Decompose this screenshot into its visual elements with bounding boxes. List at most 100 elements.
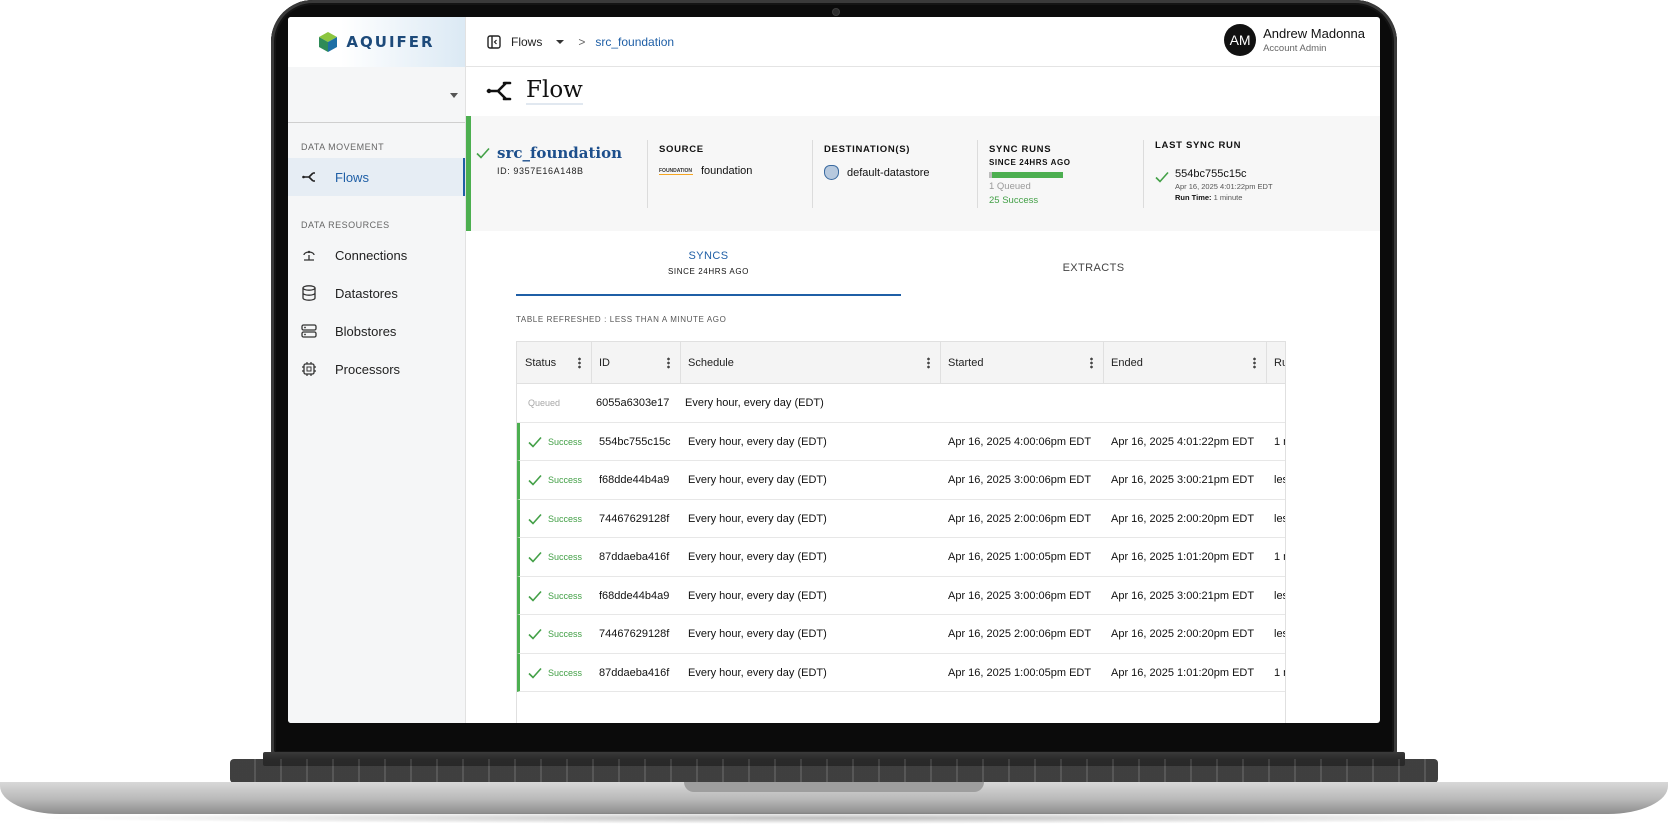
cell-started: Apr 16, 2025 1:00:05pm EDT	[948, 666, 1092, 679]
server-icon	[301, 323, 317, 339]
source-label: SOURCE	[659, 144, 704, 155]
sync-runs-label: SYNC RUNS	[989, 144, 1052, 155]
sidebar-item-processors[interactable]: Processors	[288, 350, 465, 388]
syncs-table: Status ID Schedule Started Ended Ru Queu…	[516, 341, 1286, 723]
sidebar-item-datastores[interactable]: Datastores	[288, 274, 465, 312]
cell-id[interactable]: 74467629128f	[599, 500, 669, 538]
cell-ended: Apr 16, 2025 3:00:21pm EDT	[1111, 589, 1255, 602]
column-menu-icon[interactable]	[927, 357, 930, 369]
sidebar: AQUIFER DATA MOVEMENT Flows DATA RESOURC…	[288, 17, 466, 723]
sidebar-item-blobstores[interactable]: Blobstores	[288, 312, 465, 350]
status-label: Success	[548, 590, 583, 601]
destination-name[interactable]: default-datastore	[847, 167, 930, 179]
column-header-status[interactable]: Status	[517, 342, 592, 384]
postgres-icon	[824, 165, 839, 180]
queued-count: 1 Queued	[989, 181, 1031, 192]
last-sync-detail[interactable]: 554bc755c15c Apr 16, 2025 4:01:22pm EDT …	[1155, 168, 1380, 202]
laptop-shadow	[20, 812, 1648, 824]
status-label: Success	[548, 475, 583, 485]
sidebar-item-flows[interactable]: Flows	[288, 158, 465, 196]
last-sync-label: LAST SYNC RUN	[1155, 140, 1242, 151]
brand-name: AQUIFER	[346, 33, 435, 51]
cell-runtime: 1 m	[1274, 435, 1285, 448]
check-icon	[1155, 171, 1169, 183]
cell-id[interactable]: 87ddaeba416f	[599, 654, 669, 692]
destination-label: DESTINATION(S)	[824, 144, 911, 155]
table-row[interactable]: Success 87ddaeba416f Every hour, every day…	[517, 653, 1285, 692]
cell-schedule: Every hour, every day (EDT)	[688, 551, 827, 563]
sidebar-item-label: Processors	[335, 361, 401, 377]
flow-destinations: DESTINATION(S) default-datastore	[812, 116, 977, 231]
status-label: Success	[548, 629, 583, 639]
runtime-label: Run Time:	[1175, 193, 1212, 202]
cell-id[interactable]: 554bc755c15c	[599, 423, 671, 461]
org-selector[interactable]	[288, 67, 465, 123]
table-row[interactable]: Success 74467629128f Every hour, every day…	[517, 615, 1285, 654]
column-title: ID	[599, 357, 610, 369]
status-success: Success	[528, 513, 582, 525]
connection-icon	[301, 247, 317, 263]
table-row[interactable]: Success 554bc755c15c Every hour, every day…	[517, 422, 1285, 461]
cell-ended: Apr 16, 2025 2:00:20pm EDT	[1111, 512, 1255, 525]
cell-id[interactable]: f68dde44b4a9	[599, 461, 669, 499]
cell-ended: Apr 16, 2025 1:01:20pm EDT	[1111, 551, 1255, 563]
sidebar-item-connections[interactable]: Connections	[288, 236, 465, 274]
cell-id[interactable]: 74467629128f	[599, 615, 669, 653]
brand[interactable]: AQUIFER	[288, 17, 465, 67]
sidebar-item-label: Datastores	[335, 285, 398, 301]
cell-id[interactable]: 6055a6303e17	[596, 384, 669, 422]
laptop-keyboard	[230, 759, 1438, 783]
cell-started: Apr 16, 2025 3:00:06pm EDT	[948, 589, 1092, 602]
table-refreshed-note: TABLE REFRESHED : LESS THAN A MINUTE AGO	[516, 315, 727, 324]
nav-section-data-movement: DATA MOVEMENT	[301, 142, 385, 152]
table-row[interactable]: Success 74467629128f Every hour, every day…	[517, 499, 1285, 538]
column-menu-icon[interactable]	[667, 357, 670, 369]
column-header-id[interactable]: ID	[592, 342, 681, 384]
column-menu-icon[interactable]	[578, 357, 581, 369]
laptop-notch	[684, 782, 984, 792]
nav-section-data-resources: DATA RESOURCES	[301, 220, 390, 230]
column-header-runtime[interactable]: Ru	[1267, 342, 1285, 384]
check-icon	[528, 590, 542, 602]
source-value: FOUNDATION foundation	[659, 165, 812, 177]
user-name: Andrew Madonna	[1263, 26, 1365, 41]
breadcrumb-current[interactable]: src_foundation	[595, 35, 674, 49]
table-row[interactable]: Success 87ddaeba416f Every hour, every day…	[517, 538, 1285, 577]
success-count: 25 Success	[989, 195, 1039, 206]
cell-id[interactable]: f68dde44b4a9	[599, 577, 669, 615]
status-label: Success	[548, 436, 583, 447]
top-bar: Flows > src_foundation AM Andrew Madonna…	[466, 17, 1380, 67]
breadcrumb-flows-dropdown[interactable]: Flows	[511, 34, 565, 49]
source-name[interactable]: foundation	[701, 165, 752, 177]
table-row[interactable]: Success f68dde44b4a9 Every hour, every day…	[517, 461, 1285, 500]
breadcrumb-root: Flows	[511, 34, 543, 49]
status-success: Success	[528, 436, 582, 448]
table-row[interactable]: Queued 6055a6303e17 Every hour, every day …	[517, 384, 1285, 423]
user-menu[interactable]: AM Andrew Madonna Account Admin	[1224, 24, 1365, 56]
tab-syncs-sub: SINCE 24HRS AGO	[667, 267, 750, 276]
cell-runtime: les	[1274, 628, 1285, 640]
tab-extracts-label: EXTRACTS	[1062, 262, 1125, 274]
destination-value: default-datastore	[824, 165, 977, 180]
sidebar-toggle-icon[interactable]	[487, 34, 501, 49]
column-header-started[interactable]: Started	[941, 342, 1104, 384]
column-menu-icon[interactable]	[1253, 357, 1256, 369]
cell-status: Success	[528, 423, 582, 461]
check-icon	[528, 551, 542, 563]
flow-name: src_foundation	[476, 144, 649, 162]
cell-runtime: les	[1274, 512, 1285, 525]
column-header-ended[interactable]: Ended	[1104, 342, 1267, 384]
tab-extracts[interactable]: EXTRACTS	[901, 250, 1286, 296]
chevron-down-icon	[450, 93, 458, 98]
last-sync-date: Apr 16, 2025 4:01:22pm EDT	[1175, 182, 1273, 191]
cell-runtime: les	[1274, 474, 1285, 486]
column-header-schedule[interactable]: Schedule	[681, 342, 941, 384]
column-menu-icon[interactable]	[1090, 357, 1093, 369]
tab-syncs[interactable]: SYNCS SINCE 24HRS AGO	[516, 250, 901, 296]
cell-id[interactable]: 87ddaeba416f	[599, 538, 669, 576]
sync-runs-summary: SYNC RUNS SINCE 24HRS AGO 1 Queued 25 Su…	[977, 116, 1143, 231]
table-row[interactable]: Success f68dde44b4a9 Every hour, every day…	[517, 576, 1285, 615]
cell-ended: Apr 16, 2025 3:00:21pm EDT	[1111, 474, 1255, 486]
runtime-value: 1 minute	[1213, 193, 1243, 202]
status-success: Success	[528, 551, 582, 563]
